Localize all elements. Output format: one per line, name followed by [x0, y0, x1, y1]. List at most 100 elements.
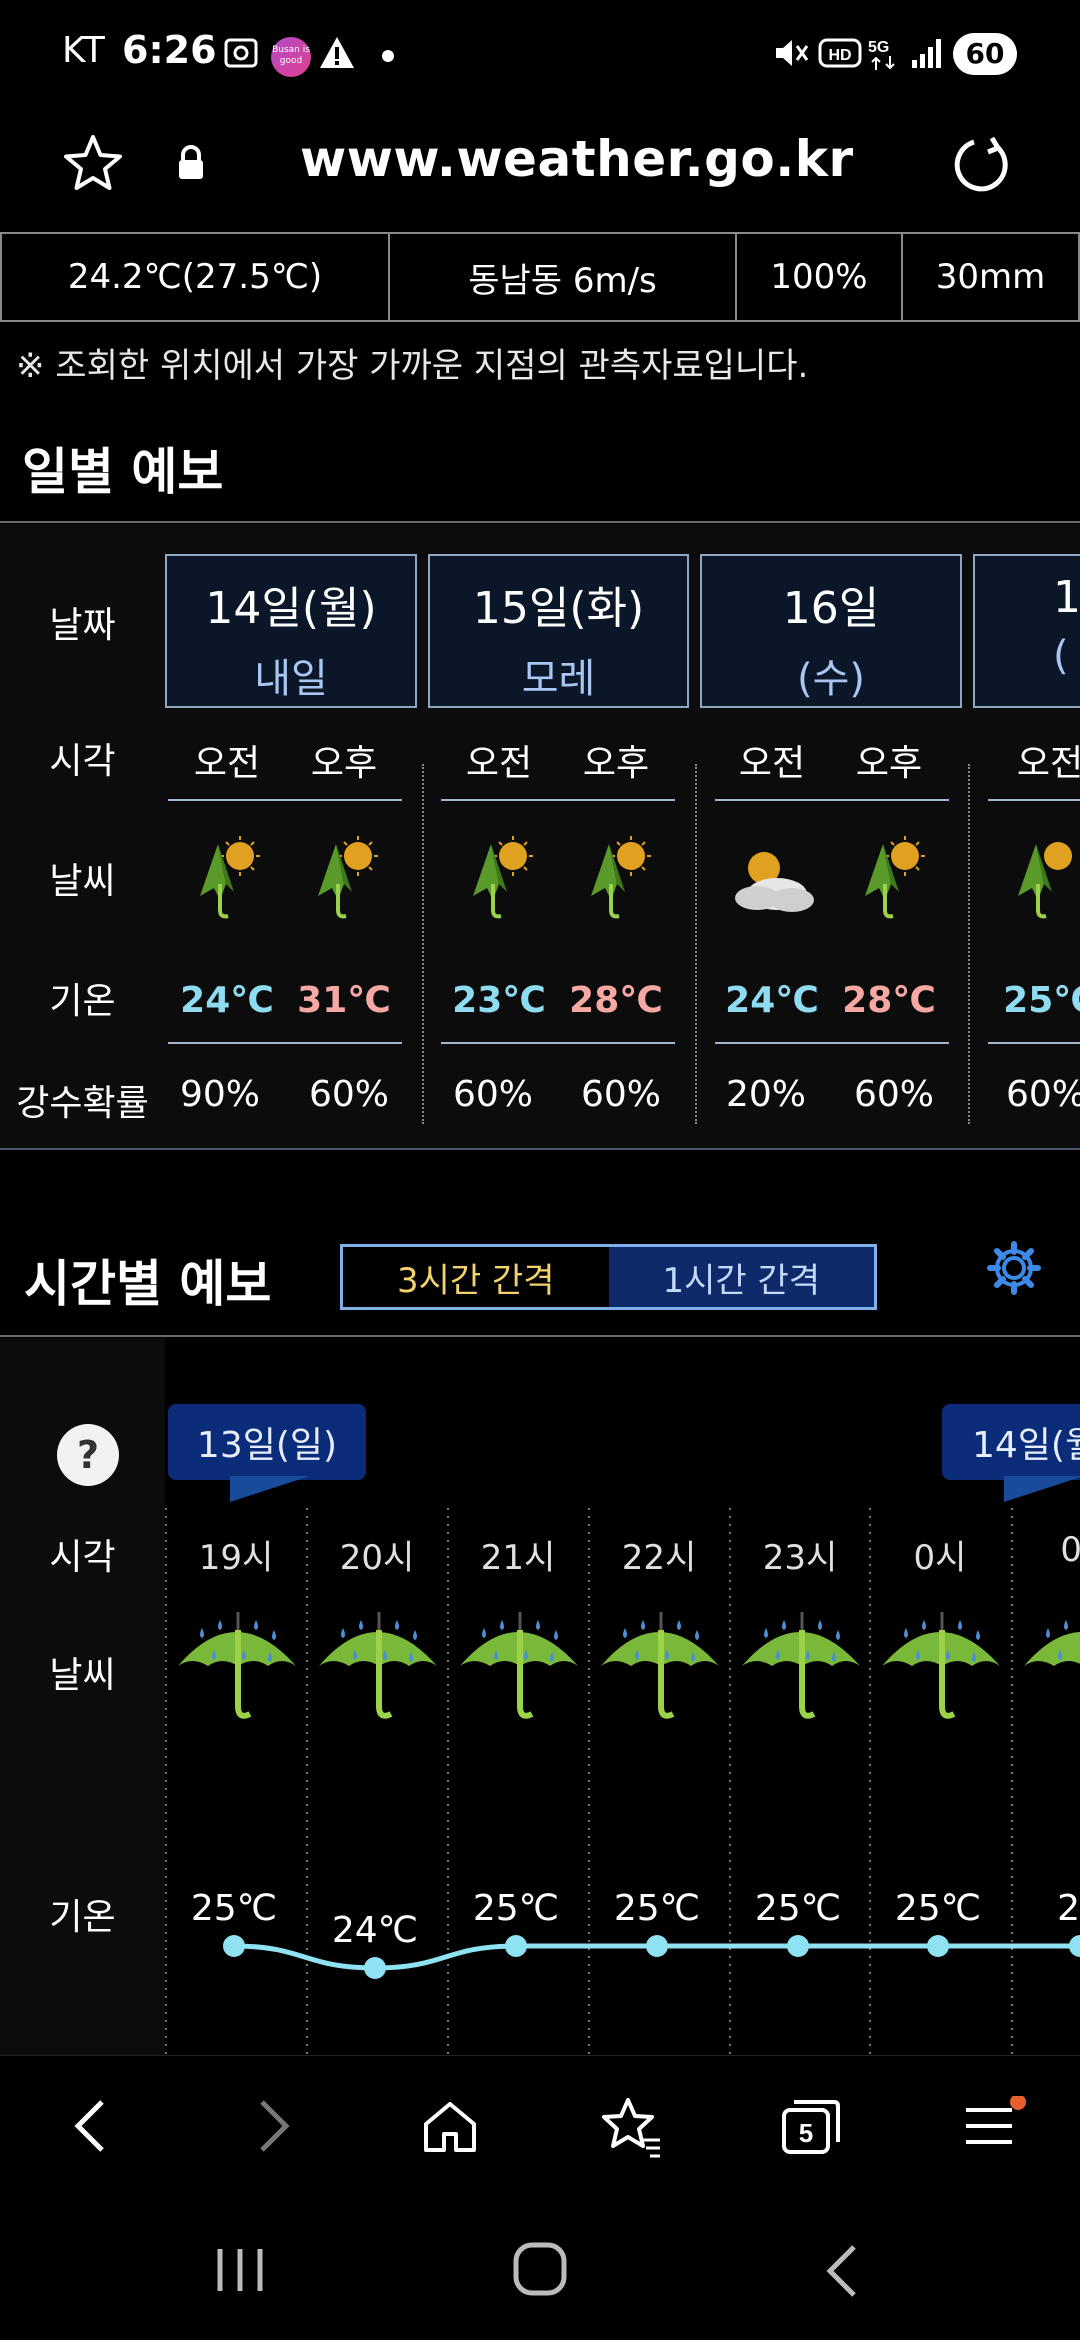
day-relative: 내일	[254, 656, 328, 702]
toggle-1hour[interactable]: 1시간 간격	[608, 1247, 874, 1307]
row-label-pop: 강수확률	[16, 1083, 149, 1124]
umbrella-sun-icon	[591, 836, 651, 919]
temp-low: 25℃	[1003, 980, 1080, 1021]
day-date: 1	[1053, 572, 1080, 623]
hour-temp-label: 25℃	[472, 1888, 560, 1929]
temp-point	[927, 1935, 949, 1957]
svg-text:5G: 5G	[868, 39, 889, 56]
hourly-forecast-panel[interactable]: ? 시각 날씨 기온 13일(일) 14일(월 19시20시21시22시23시0…	[0, 1338, 1080, 2055]
divider	[0, 521, 1080, 523]
divider	[0, 1148, 1080, 1150]
system-back-icon[interactable]	[822, 2243, 862, 2299]
menu-icon[interactable]	[962, 2096, 1026, 2158]
row-label-temp: 기온	[49, 981, 116, 1022]
temp-high: 28℃	[842, 980, 936, 1021]
day-header-17[interactable]: 1 (	[973, 554, 1080, 708]
daily-forecast-panel[interactable]: 날짜 시각 날씨 기온 강수확률 14일(월) 내일 15일(화) 모레 16일…	[0, 524, 1080, 1150]
pm-label: 오후	[582, 743, 650, 784]
temp-point	[505, 1935, 527, 1957]
signal-icon	[912, 39, 941, 68]
hour-label: 21시	[480, 1538, 556, 1578]
umbrella-sun-icon	[1018, 842, 1072, 919]
recent-apps-icon[interactable]	[212, 2245, 268, 2295]
separator	[168, 799, 402, 801]
svg-text:5: 5	[799, 2118, 813, 2148]
temp-high: 31℃	[297, 980, 391, 1021]
separator	[168, 1042, 402, 1044]
rain-umbrella-icon	[178, 1612, 296, 1719]
pop-value: 90%	[179, 1074, 260, 1115]
interval-toggle[interactable]: 3시간 간격 1시간 간격	[340, 1244, 877, 1310]
hour-temp-label: 25℃	[754, 1888, 842, 1929]
am-label: 오전	[465, 743, 533, 784]
pm-label: 오후	[855, 743, 923, 784]
forward-icon[interactable]	[248, 2096, 298, 2156]
hour-label: 0시	[913, 1538, 967, 1578]
separator	[441, 799, 675, 801]
home-button-icon[interactable]	[512, 2241, 568, 2297]
busan-badge-icon: Busan is good	[271, 37, 311, 77]
hour-temp-label: 25℃	[894, 1888, 982, 1929]
bookmarks-icon[interactable]	[598, 2096, 664, 2158]
5g-icon: 5G	[868, 39, 895, 70]
back-icon[interactable]	[66, 2096, 116, 2156]
observation-note: ※ 조회한 위치에서 가장 가까운 지점의 관측자료입니다.	[16, 346, 809, 386]
settings-gear-icon[interactable]	[984, 1238, 1044, 1298]
mute-icon	[776, 40, 809, 66]
current-observation-table: 24.2℃(27.5℃) 동남동 6m/s 100% 30mm	[0, 232, 1080, 322]
hour-label: 01	[1060, 1530, 1080, 1570]
notification-dot	[382, 50, 394, 62]
separator	[715, 1042, 949, 1044]
url-text[interactable]: www.weather.go.kr	[300, 130, 854, 188]
hourly-forecast-title: 시간별 예보	[24, 1255, 272, 1313]
temp-point	[787, 1935, 809, 1957]
current-temperature: 24.2℃(27.5℃)	[2, 234, 390, 320]
temp-low: 24℃	[180, 980, 274, 1021]
hour-temp-label: 25℃	[613, 1888, 701, 1929]
home-icon[interactable]	[420, 2096, 480, 2156]
am-label: 오전	[193, 743, 261, 784]
separator	[441, 1042, 675, 1044]
tabs-icon[interactable]: 5	[780, 2096, 842, 2158]
separator	[988, 799, 1080, 801]
hourly-chart	[165, 1508, 1080, 2055]
day-header-15[interactable]: 15일(화) 모레	[428, 554, 689, 708]
umbrella-sun-icon	[473, 836, 533, 919]
rain-umbrella-icon	[882, 1612, 1000, 1719]
browser-url-bar[interactable]: www.weather.go.kr	[0, 110, 1080, 225]
row-label-date: 날짜	[49, 605, 116, 646]
day-relative: (수)	[796, 656, 865, 702]
reload-icon[interactable]	[952, 134, 1014, 196]
carrier-label: KT	[62, 30, 105, 71]
toggle-3hour[interactable]: 3시간 간격	[343, 1247, 609, 1307]
hour-label: 22시	[621, 1538, 697, 1578]
pop-value: 60%	[580, 1074, 661, 1115]
rain-umbrella-icon	[1024, 1620, 1080, 1666]
day-separator	[422, 764, 424, 1124]
pop-value: 60%	[853, 1074, 934, 1115]
clock: 6:26	[122, 28, 217, 72]
day-header-16[interactable]: 16일 (수)	[700, 554, 962, 708]
day-header-14[interactable]: 14일(월) 내일	[165, 554, 417, 708]
battery-indicator: 60	[953, 33, 1017, 75]
hour-temp-label: 25	[1057, 1888, 1080, 1929]
svg-text:HD: HD	[828, 47, 851, 64]
temp-low: 23℃	[452, 980, 546, 1021]
temp-point	[1069, 1935, 1080, 1957]
rain-umbrella-icon	[601, 1612, 719, 1719]
lock-icon[interactable]	[176, 145, 206, 181]
hour-label: 19시	[198, 1538, 274, 1578]
temp-point	[646, 1935, 668, 1957]
hour-label: 20시	[339, 1538, 415, 1578]
day-date: 14일(월)	[205, 583, 377, 634]
screenshot-icon	[224, 38, 258, 68]
separator	[988, 1042, 1080, 1044]
umbrella-sun-icon	[865, 836, 925, 919]
warning-icon	[320, 37, 354, 68]
pop-value: 60%	[452, 1074, 533, 1115]
umbrella-sun-icon	[200, 836, 260, 919]
rain-umbrella-icon	[460, 1612, 578, 1719]
bookmark-star-icon[interactable]	[62, 132, 124, 194]
current-precip: 30mm	[935, 257, 1046, 297]
status-bar: KT 6:26 Busan is good HD 5G 60	[0, 0, 1080, 110]
